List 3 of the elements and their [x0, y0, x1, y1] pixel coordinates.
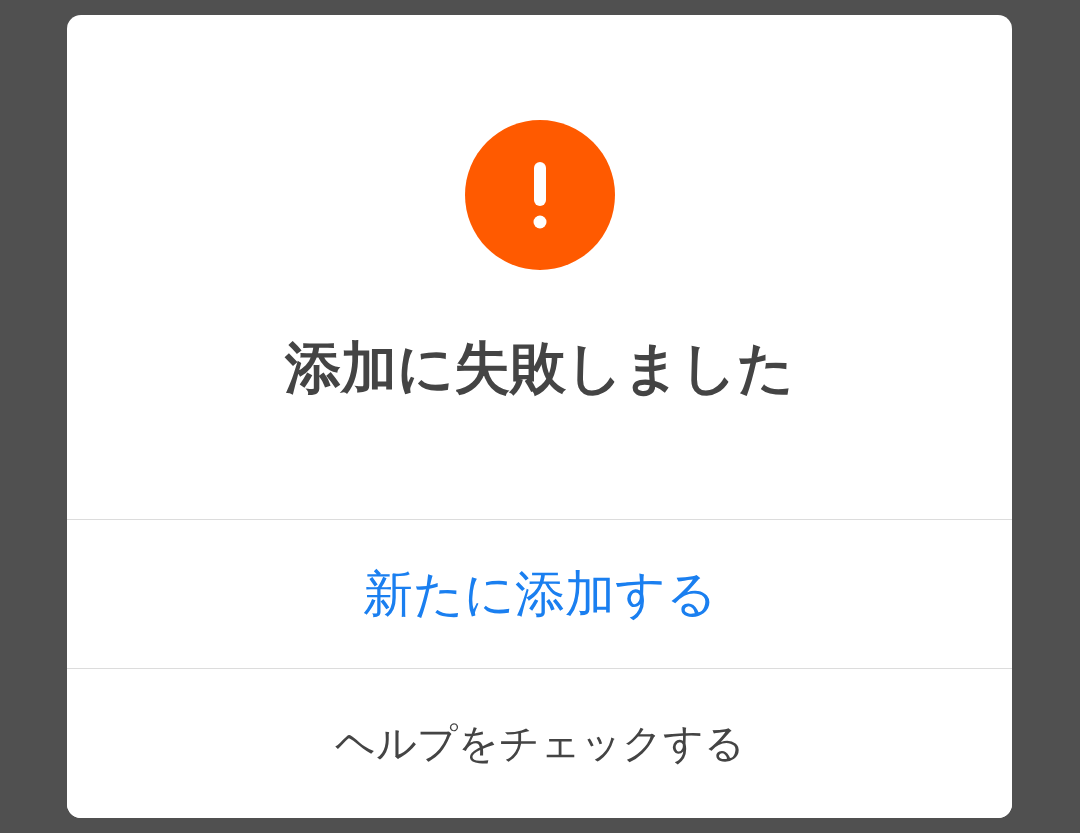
dialog-title: 添加に失敗しました — [285, 334, 794, 402]
warning-icon — [464, 120, 615, 270]
help-button[interactable]: ヘルプをチェックする — [67, 668, 1012, 818]
